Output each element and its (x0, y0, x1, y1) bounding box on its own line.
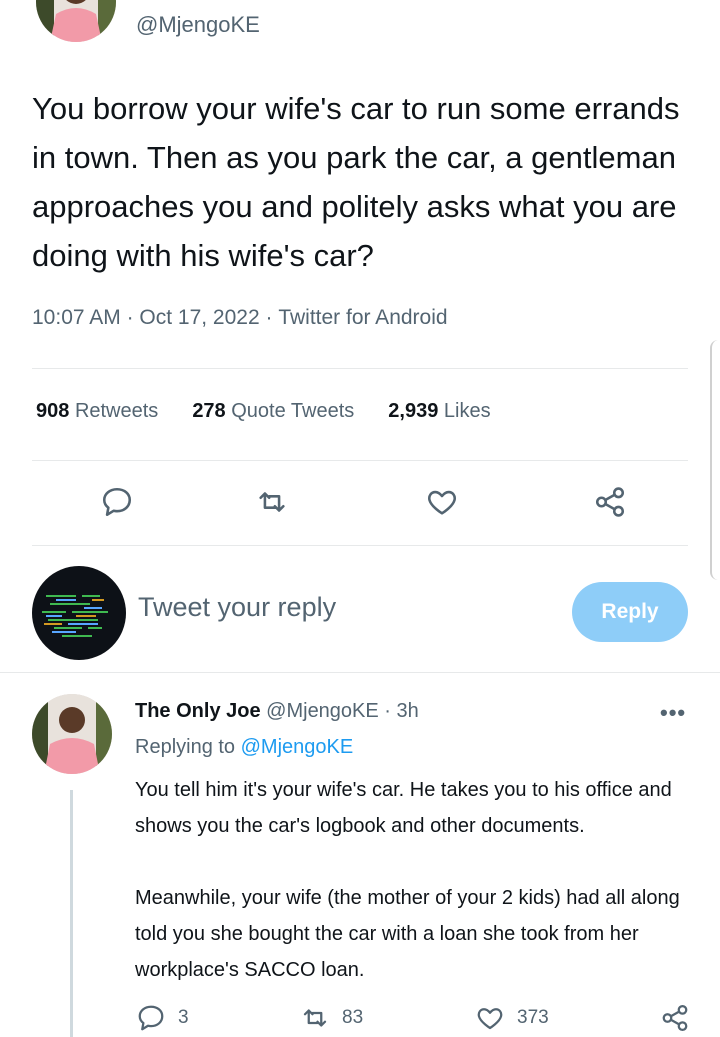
author-avatar[interactable] (36, 0, 116, 42)
retweet-button[interactable] (250, 480, 294, 524)
retweet-icon (259, 492, 285, 512)
tweet-source[interactable]: Twitter for Android (278, 306, 447, 329)
share-icon (595, 487, 625, 517)
reply-input[interactable]: Tweet your reply (138, 592, 336, 623)
like-button[interactable] (420, 480, 464, 524)
comment-icon (138, 1005, 164, 1031)
tweet-date[interactable]: Oct 17, 2022 (139, 306, 259, 329)
replying-mention[interactable]: @MjengoKE (241, 736, 354, 758)
likes-stat[interactable]: 2,939 Likes (388, 400, 490, 423)
divider (32, 368, 688, 369)
reply-retweet-count: 83 (342, 1007, 364, 1028)
reply-author-avatar[interactable] (32, 694, 112, 774)
tweet-text: You borrow your wife's car to run some e… (32, 91, 689, 273)
retweets-stat[interactable]: 908 Retweets (36, 400, 158, 423)
thread-line (70, 790, 73, 1037)
divider (32, 460, 688, 461)
reply-paragraph: Meanwhile, your wife (the mother of your… (135, 887, 680, 981)
reply-submit-button[interactable]: Reply (572, 582, 688, 642)
reply-like-count: 373 (517, 1007, 549, 1028)
divider (32, 545, 688, 546)
author-handle[interactable]: @MjengoKE (136, 12, 260, 38)
tweet-stats: 908 Retweets 278 Quote Tweets 2,939 Like… (36, 400, 525, 423)
reply-author-handle[interactable]: @MjengoKE (266, 700, 379, 722)
meta-separator: · (265, 306, 279, 329)
more-icon[interactable]: ••• (660, 700, 686, 726)
quote-tweets-stat[interactable]: 278 Quote Tweets (192, 400, 354, 423)
retweet-icon (303, 1009, 327, 1027)
reply-author-name[interactable]: The Only Joe (135, 700, 261, 722)
reply-retweet-button[interactable]: 83 (300, 1003, 363, 1033)
header-separator: · (384, 700, 397, 722)
reply-author-photo (32, 694, 112, 774)
reply-age[interactable]: 3h (397, 700, 419, 722)
tweet-time[interactable]: 10:07 AM (32, 306, 121, 329)
reply-like-button[interactable]: 373 (475, 1003, 549, 1033)
comment-icon (102, 487, 132, 517)
composer-avatar[interactable] (32, 566, 126, 660)
share-icon (662, 1005, 688, 1031)
reply-text: You tell him it's your wife's car. He ta… (135, 772, 700, 988)
heart-icon (477, 1008, 503, 1030)
replying-to: Replying to @MjengoKE (135, 736, 353, 759)
meta-separator: · (126, 306, 140, 329)
composer-photo (32, 566, 126, 660)
reply-header: The Only Joe @MjengoKE · 3h (135, 700, 419, 723)
author-photo (36, 0, 116, 42)
comment-button[interactable] (95, 480, 139, 524)
share-button[interactable] (588, 480, 632, 524)
reply-comment-button[interactable]: 3 (136, 1003, 189, 1033)
replying-prefix: Replying to (135, 736, 236, 758)
heart-icon (428, 490, 456, 515)
divider (0, 672, 720, 673)
reply-comment-count: 3 (178, 1007, 189, 1028)
scrollbar[interactable] (710, 340, 720, 580)
reply-paragraph: You tell him it's your wife's car. He ta… (135, 779, 672, 837)
reply-share-button[interactable] (660, 1003, 690, 1033)
tweet-meta: 10:07 AM · Oct 17, 2022 · Twitter for An… (32, 306, 448, 330)
